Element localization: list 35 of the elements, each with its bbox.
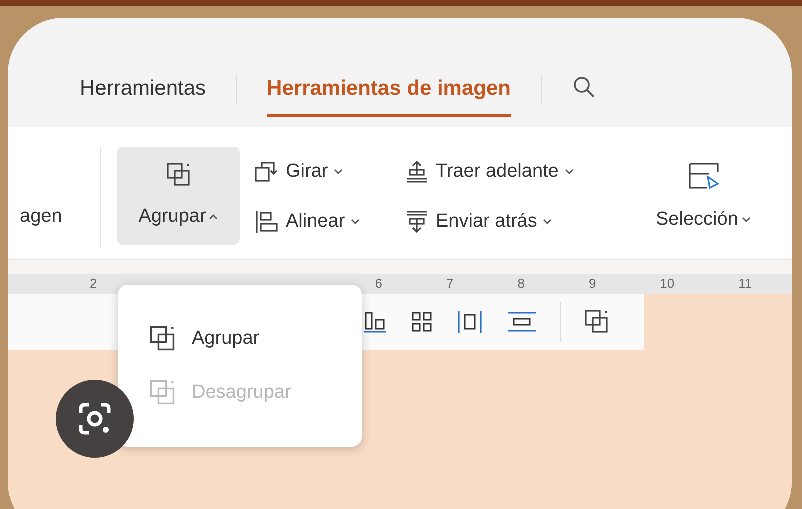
- group-label: agen: [20, 204, 62, 229]
- group-button[interactable]: Agrupar: [117, 147, 240, 245]
- bring-forward-icon: [404, 160, 430, 184]
- ruler-number: 6: [375, 275, 382, 294]
- ruler-number: 8: [518, 275, 525, 294]
- group-icon: [164, 160, 192, 189]
- align-left-icon: [254, 210, 280, 234]
- send-backward-icon: [404, 210, 430, 234]
- caret-icon: [334, 169, 344, 175]
- menu-item[interactable]: Agrupar: [148, 324, 362, 354]
- ruler-number: 9: [588, 275, 596, 294]
- ruler-number: 11: [738, 275, 752, 294]
- caret-icon: [543, 219, 552, 225]
- grid-icon[interactable]: [410, 310, 434, 334]
- caret-icon: [209, 214, 218, 220]
- ribbon-button[interactable]: Alinear: [254, 208, 404, 236]
- selection-button[interactable]: Selección: [656, 147, 752, 247]
- search-icon[interactable]: [572, 75, 596, 99]
- ribbon-button[interactable]: Girar: [254, 158, 404, 186]
- ruler-number: 2: [90, 275, 98, 294]
- ribbon-button[interactable]: Enviar atrás: [404, 208, 634, 236]
- caret-icon: [351, 219, 360, 225]
- distribute-vertical-icon[interactable]: [506, 310, 538, 334]
- caret-icon: [564, 169, 574, 175]
- camera-search-icon: [77, 401, 113, 437]
- align-bottom-icon[interactable]: [362, 310, 388, 334]
- rotate-icon: [254, 160, 280, 184]
- distribute-horizontal-icon[interactable]: [456, 308, 484, 335]
- group-icon: [583, 308, 611, 336]
- ribbon-button[interactable]: Traer adelante: [404, 158, 634, 186]
- ribbon-tab[interactable]: Herramientas: [80, 72, 206, 117]
- ribbon-tab[interactable]: Herramientas de imagen: [267, 72, 511, 117]
- ruler-number: 10: [660, 275, 675, 294]
- caret-icon: [742, 217, 752, 223]
- ruler-number: 7: [446, 275, 454, 294]
